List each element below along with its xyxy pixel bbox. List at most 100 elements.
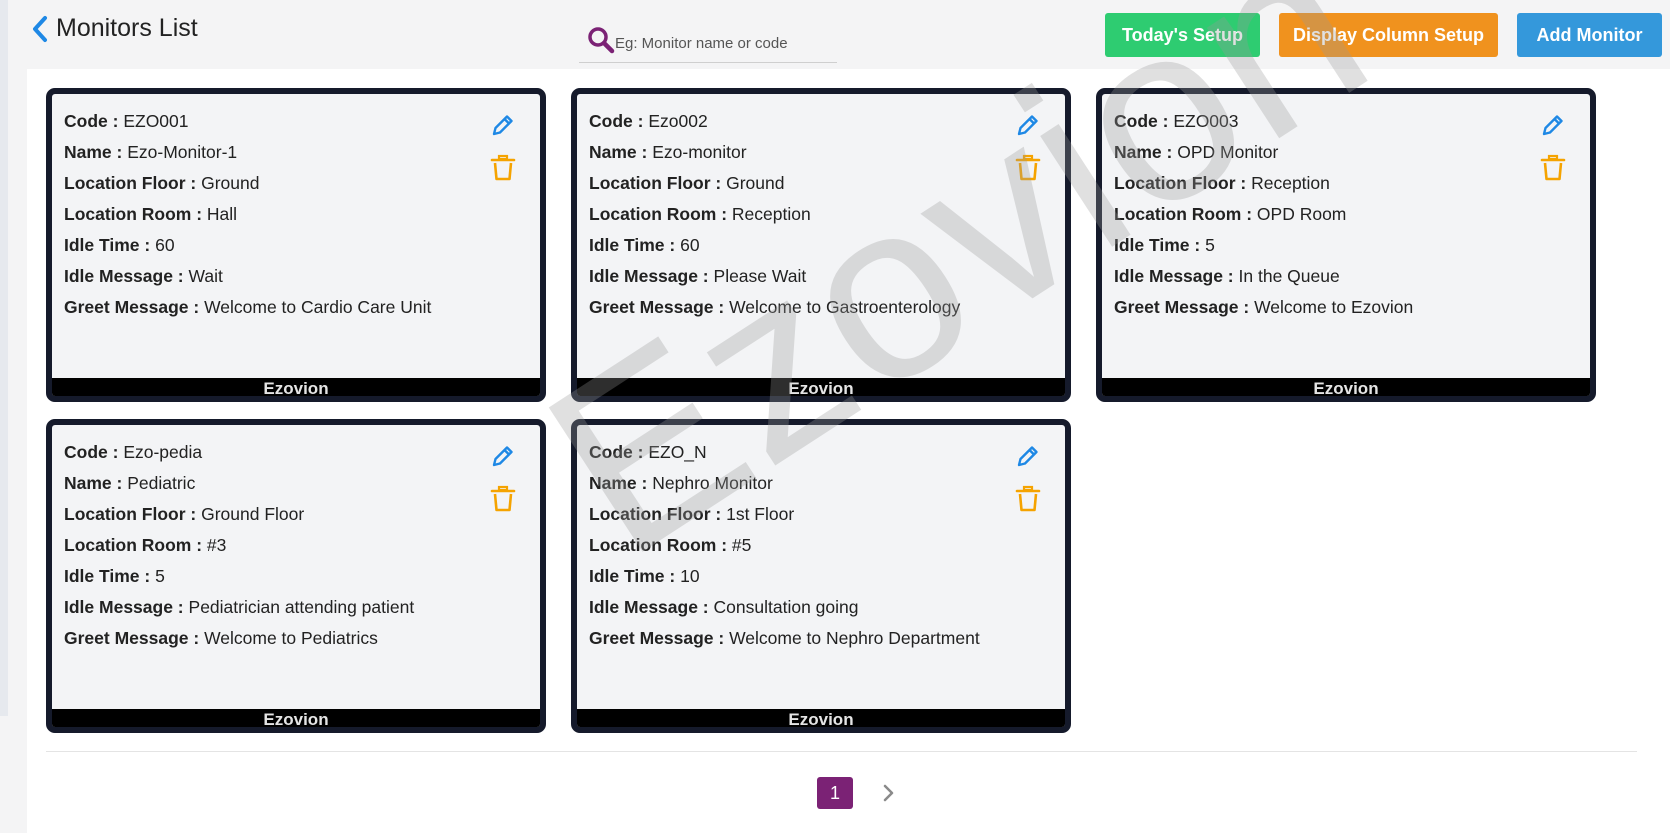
field-label: Idle Message :	[64, 597, 184, 617]
search-box	[579, 24, 837, 63]
field-value: #3	[206, 535, 227, 555]
monitor-card: Code : Ezo002 Name : Ezo-monitor Location …	[571, 88, 1071, 402]
trash-icon[interactable]	[1540, 154, 1566, 182]
monitor-field-greet-message: Greet Message : Welcome to Ezovion	[1114, 292, 1534, 323]
trash-icon[interactable]	[490, 154, 516, 182]
field-label: Location Room :	[589, 535, 728, 555]
monitor-field-idle-message: Idle Message : Wait	[64, 261, 484, 292]
monitor-field-name: Name : Ezo-monitor	[589, 137, 1009, 168]
left-edge-strip	[0, 0, 8, 716]
monitor-field-code: Code : EZO001	[64, 106, 484, 137]
monitor-field-idle-time: Idle Time : 5	[64, 561, 484, 592]
todays-setup-button[interactable]: Today's Setup	[1105, 13, 1260, 57]
trash-icon[interactable]	[490, 485, 516, 513]
chevron-left-icon[interactable]	[28, 14, 52, 44]
page-header: Monitors List Today's Setup Display Colu…	[8, 0, 1670, 66]
field-label: Location Room :	[64, 204, 203, 224]
field-value: Hall	[206, 204, 238, 224]
field-value: 60	[680, 235, 700, 255]
divider	[46, 751, 1637, 752]
monitor-card: Code : EZO003 Name : OPD Monitor Location …	[1096, 88, 1596, 402]
pencil-icon[interactable]	[1540, 112, 1566, 138]
chevron-right-icon[interactable]	[876, 781, 900, 805]
field-value: EZO003	[1173, 111, 1239, 131]
pencil-icon[interactable]	[490, 112, 516, 138]
field-label: Location Floor :	[1114, 173, 1247, 193]
monitor-field-name: Name : Nephro Monitor	[589, 468, 1009, 499]
field-label: Name :	[589, 473, 648, 493]
field-label: Location Floor :	[64, 504, 197, 524]
search-input[interactable]	[615, 32, 830, 54]
field-label: Code :	[589, 442, 644, 462]
monitor-field-code: Code : EZO003	[1114, 106, 1534, 137]
field-label: Greet Message :	[64, 297, 200, 317]
field-label: Code :	[64, 111, 119, 131]
monitor-card-footer: Ezovion	[577, 709, 1065, 727]
monitor-field-name: Name : Ezo-Monitor-1	[64, 137, 484, 168]
monitor-card-details: Code : Ezo-pedia Name : Pediatric Location…	[64, 437, 484, 654]
field-value: Ezo-Monitor-1	[127, 142, 238, 162]
monitor-field-floor: Location Floor : 1st Floor	[589, 499, 1009, 530]
field-value: In the Queue	[1238, 266, 1340, 286]
field-value: 5	[155, 566, 165, 586]
monitor-field-floor: Location Floor : Ground Floor	[64, 499, 484, 530]
monitor-card-footer: Ezovion	[1102, 378, 1590, 396]
pencil-icon[interactable]	[1015, 443, 1041, 469]
pencil-icon[interactable]	[1015, 112, 1041, 138]
field-value: Pediatric	[127, 473, 196, 493]
field-value: Ground Floor	[201, 504, 305, 524]
monitor-card-footer: Ezovion	[52, 378, 540, 396]
monitor-field-idle-message: Idle Message : Pediatrician attending pa…	[64, 592, 484, 623]
field-value: Please Wait	[713, 266, 807, 286]
field-value: Ground	[201, 173, 260, 193]
field-value: 5	[1205, 235, 1215, 255]
monitor-field-room: Location Room : #3	[64, 530, 484, 561]
page-title: Monitors List	[56, 14, 198, 42]
monitor-card-details: Code : EZO_N Name : Nephro Monitor Locatio…	[589, 437, 1009, 654]
field-label: Idle Time :	[64, 566, 151, 586]
monitor-field-code: Code : Ezo002	[589, 106, 1009, 137]
monitor-field-idle-time: Idle Time : 60	[64, 230, 484, 261]
monitor-field-room: Location Room : #5	[589, 530, 1009, 561]
field-value: Welcome to Pediatrics	[204, 628, 378, 648]
monitor-card: Code : EZO_N Name : Nephro Monitor Locatio…	[571, 419, 1071, 733]
field-label: Location Floor :	[64, 173, 197, 193]
monitor-field-name: Name : Pediatric	[64, 468, 484, 499]
field-value: Welcome to Ezovion	[1254, 297, 1414, 317]
monitor-field-greet-message: Greet Message : Welcome to Pediatrics	[64, 623, 484, 654]
field-label: Code :	[64, 442, 119, 462]
monitor-card-details: Code : EZO003 Name : OPD Monitor Location …	[1114, 106, 1534, 323]
pencil-icon[interactable]	[490, 443, 516, 469]
monitor-field-name: Name : OPD Monitor	[1114, 137, 1534, 168]
field-label: Name :	[64, 473, 123, 493]
display-column-setup-button[interactable]: Display Column Setup	[1279, 13, 1498, 57]
monitor-field-greet-message: Greet Message : Welcome to Cardio Care U…	[64, 292, 484, 323]
field-value: Ezo-pedia	[123, 442, 203, 462]
field-value: Reception	[1251, 173, 1330, 193]
monitor-card: Code : EZO001 Name : Ezo-Monitor-1 Locatio…	[46, 88, 546, 402]
field-value: Welcome to Nephro Department	[729, 628, 980, 648]
field-label: Idle Time :	[64, 235, 151, 255]
field-label: Location Floor :	[589, 173, 722, 193]
field-value: Reception	[731, 204, 811, 224]
trash-icon[interactable]	[1015, 154, 1041, 182]
field-value: EZO_N	[648, 442, 707, 462]
monitor-card-footer: Ezovion	[577, 378, 1065, 396]
field-label: Name :	[589, 142, 648, 162]
monitor-field-code: Code : EZO_N	[589, 437, 1009, 468]
field-value: EZO001	[123, 111, 189, 131]
add-monitor-button[interactable]: Add Monitor	[1517, 13, 1662, 57]
field-label: Code :	[1114, 111, 1169, 131]
field-value: 10	[680, 566, 700, 586]
monitor-field-idle-time: Idle Time : 60	[589, 230, 1009, 261]
field-value: Consultation going	[713, 597, 859, 617]
field-value: 1st Floor	[726, 504, 795, 524]
field-label: Idle Time :	[589, 235, 676, 255]
field-label: Idle Message :	[589, 597, 709, 617]
field-value: #5	[731, 535, 752, 555]
trash-icon[interactable]	[1015, 485, 1041, 513]
field-label: Code :	[589, 111, 644, 131]
field-value: Nephro Monitor	[652, 473, 773, 493]
search-icon	[588, 27, 615, 54]
pagination-page-1[interactable]: 1	[817, 777, 853, 809]
